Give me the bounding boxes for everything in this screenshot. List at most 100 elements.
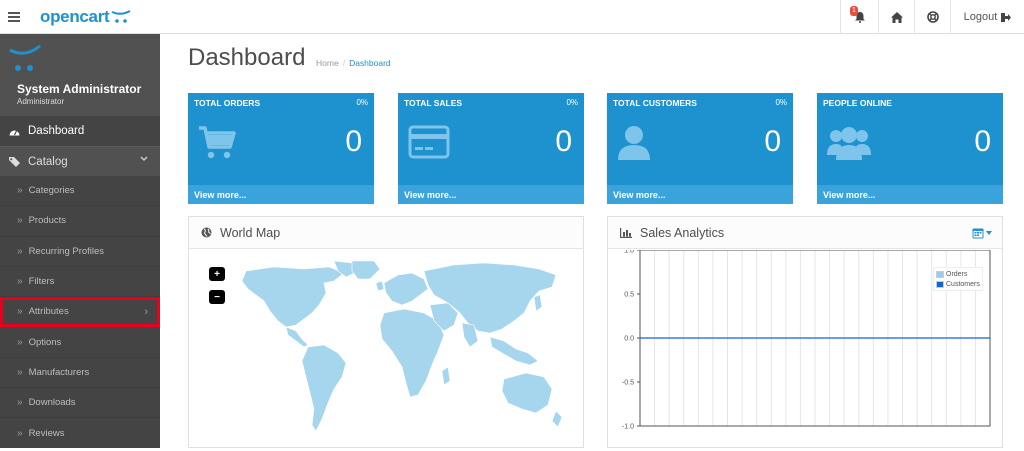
opencart-cart-avatar-icon	[9, 44, 41, 71]
legend-swatch-customers	[936, 280, 944, 288]
logo-text: opencart	[40, 7, 110, 26]
logout-label: Logout	[963, 11, 998, 23]
tile-percent: 0%	[775, 98, 787, 107]
tile-title: PEOPLE ONLINE	[823, 98, 892, 108]
sidebar-item-reviews[interactable]: » Reviews	[0, 418, 160, 448]
sidebar-item-attributes[interactable]: » Attributes ›	[0, 297, 160, 328]
user-role: Administrator	[17, 97, 65, 106]
sidebar-item-label: Downloads	[28, 397, 76, 409]
sidebar-item-label: Attributes	[28, 306, 69, 318]
sidebar-item-categories[interactable]: » Categories	[0, 176, 160, 207]
opencart-logo[interactable]: opencart	[40, 6, 131, 28]
double-angle-right-icon: »	[17, 215, 23, 227]
double-angle-right-icon: »	[17, 428, 23, 440]
sidebar-item-recurring-profiles[interactable]: » Recurring Profiles	[0, 237, 160, 267]
tile-view-more-link[interactable]: View more...	[398, 185, 584, 204]
legend-swatch-orders	[936, 270, 944, 278]
legend-label: Customers	[946, 280, 980, 288]
catalog-submenu: » Categories » Products » Recurring Prof…	[0, 176, 160, 448]
tile-value: 0	[974, 125, 991, 158]
tile-title: TOTAL SALES	[404, 98, 463, 108]
breadcrumb-separator: /	[342, 58, 346, 68]
tile-value: 0	[345, 125, 362, 158]
sales-chart: 1.0 0.5 0.0 -0.5 -1.0 Orders Customers	[608, 250, 1002, 449]
chart-y-tick-label: 1.0	[624, 250, 634, 255]
chart-y-tick-label: -0.5	[622, 380, 634, 387]
sidebar-item-options[interactable]: » Options	[0, 328, 160, 358]
sales-analytics-panel: Sales Analytics 1.0 0.5 0.0 -0.5 -1.0 Or…	[607, 216, 1003, 448]
top-header: opencart 1 Logout	[0, 0, 1024, 34]
bar-chart-icon	[620, 227, 632, 238]
tile-total-sales: TOTAL SALES 0% 0 View more...	[398, 93, 584, 204]
double-angle-right-icon: »	[17, 306, 23, 318]
life-ring-icon	[926, 11, 939, 23]
sidebar-item-products[interactable]: » Products	[0, 206, 160, 237]
tile-header: PEOPLE ONLINE	[817, 93, 1003, 111]
angle-right-icon: ›	[144, 305, 148, 318]
chevron-down-icon	[140, 156, 148, 162]
world-map[interactable]	[234, 261, 564, 451]
sidebar-item-label: Manufacturers	[28, 366, 90, 378]
panel-header: World Map	[189, 217, 583, 249]
sign-out-icon	[1001, 12, 1012, 22]
sidebar-item-label: Products	[28, 215, 67, 227]
tile-header: TOTAL ORDERS 0%	[188, 93, 374, 111]
home-button[interactable]	[878, 0, 914, 34]
tile-view-more-link[interactable]: View more...	[188, 185, 374, 204]
nav-dashboard-label: Dashboard	[28, 125, 85, 137]
sidebar-item-label: Recurring Profiles	[28, 245, 105, 257]
double-angle-right-icon: »	[17, 336, 23, 348]
chart-y-tick-label: -1.0	[622, 424, 634, 431]
users-icon	[827, 127, 871, 160]
tile-total-customers: TOTAL CUSTOMERS 0% 0 View more...	[607, 93, 793, 204]
user-profile[interactable]: System Administrator Administrator	[0, 34, 160, 116]
tile-view-more-link[interactable]: View more...	[817, 185, 1003, 204]
tile-header: TOTAL SALES 0%	[398, 93, 584, 111]
sidebar-item-label: Categories	[28, 185, 75, 197]
double-angle-right-icon: »	[17, 366, 23, 378]
panel-title: World Map	[220, 225, 281, 240]
tile-view-more-link[interactable]: View more...	[607, 185, 793, 204]
nav-catalog[interactable]: Catalog	[0, 146, 160, 176]
panel-title: Sales Analytics	[640, 225, 725, 240]
logout-button[interactable]: Logout	[950, 0, 1024, 34]
tile-total-orders: TOTAL ORDERS 0% 0 View more...	[188, 93, 374, 204]
sidebar-item-filters[interactable]: » Filters	[0, 267, 160, 298]
breadcrumb-home[interactable]: Home	[316, 58, 339, 68]
double-angle-right-icon: »	[17, 245, 23, 257]
double-angle-right-icon: »	[17, 397, 23, 409]
sidebar: System Administrator Administrator Dashb…	[0, 34, 160, 448]
sidebar-item-manufacturers[interactable]: » Manufacturers	[0, 358, 160, 389]
legend-label: Orders	[946, 270, 968, 278]
sidebar-item-downloads[interactable]: » Downloads	[0, 388, 160, 419]
breadcrumb-dashboard[interactable]: Dashboard	[349, 58, 391, 68]
alert-badge: 1	[850, 6, 858, 16]
calendar-icon	[972, 228, 984, 239]
main-content: Dashboard Home / Dashboard TOTAL ORDERS …	[160, 34, 1024, 448]
menu-toggle-button[interactable]	[0, 0, 27, 34]
tile-value: 0	[764, 125, 781, 158]
tile-value: 0	[555, 125, 572, 158]
globe-icon	[201, 227, 212, 238]
tile-people-online: PEOPLE ONLINE 0 View more...	[817, 93, 1003, 204]
zoom-out-button[interactable]: −	[209, 290, 225, 304]
tile-header: TOTAL CUSTOMERS 0%	[607, 93, 793, 111]
nav-catalog-label: Catalog	[28, 155, 68, 168]
legend-entry-customers: Customers	[936, 279, 980, 289]
tile-title: TOTAL CUSTOMERS	[613, 98, 697, 108]
date-range-dropdown[interactable]	[972, 227, 992, 239]
cart-icon	[199, 126, 236, 159]
zoom-in-button[interactable]: +	[209, 267, 225, 281]
help-button[interactable]	[914, 0, 950, 34]
caret-down-icon	[986, 231, 992, 235]
alerts-button[interactable]: 1	[840, 0, 878, 34]
sidebar-item-label: Reviews	[28, 428, 65, 440]
menu-icon	[7, 12, 20, 22]
page-title: Dashboard	[188, 44, 306, 71]
legend-entry-orders: Orders	[936, 269, 980, 279]
tile-percent: 0%	[566, 98, 578, 107]
nav-dashboard[interactable]: Dashboard	[0, 116, 160, 146]
sidebar-item-label: Options	[28, 336, 62, 348]
credit-card-icon	[408, 125, 450, 159]
breadcrumb: Home / Dashboard	[316, 58, 391, 68]
